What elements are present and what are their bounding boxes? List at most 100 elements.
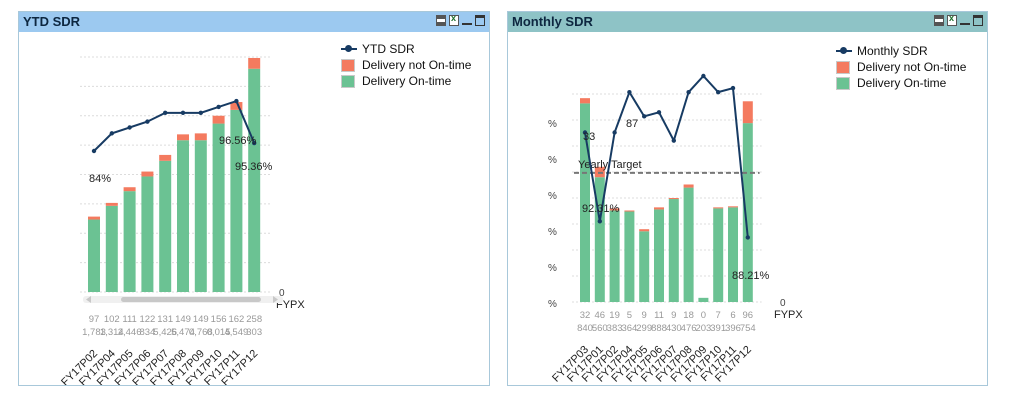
legend-item-not-ontime: Delivery not On-time <box>341 57 471 73</box>
bar-ontime <box>668 199 679 302</box>
bar-not-ontime <box>194 133 207 141</box>
value-row1: 9 <box>671 310 676 321</box>
ontime-swatch-icon <box>341 74 355 88</box>
sdr-point <box>163 110 168 116</box>
value-row1: 258 <box>246 314 262 325</box>
data-label: 88.21% <box>732 270 770 282</box>
ytd-sdr-panel: YTD SDR 84%96.56%95.36%0FYPX971,783FY17P… <box>18 11 490 386</box>
line-series-icon <box>341 45 357 52</box>
send-to-excel-icon[interactable] <box>947 13 957 26</box>
data-label: 95.36% <box>235 161 273 173</box>
value-row1: 18 <box>683 310 694 321</box>
bar-ontime <box>698 297 709 302</box>
value-row2: 476 <box>681 323 697 334</box>
left-axis-tick: % <box>548 191 557 202</box>
legend-label: Monthly SDR <box>857 44 928 58</box>
sdr-point <box>145 119 150 124</box>
legend-label: Delivery not On-time <box>857 60 967 74</box>
value-row1: 149 <box>193 314 209 325</box>
legend-item-monthly-sdr: Monthly SDR <box>836 43 966 59</box>
ontime-swatch-icon <box>836 76 850 90</box>
left-axis-tick: % <box>548 155 557 166</box>
value-row2: 299 <box>636 323 652 334</box>
data-label: 92.31% <box>582 203 620 215</box>
value-row1: 6 <box>730 310 735 321</box>
sdr-point <box>627 89 632 95</box>
minimize-icon[interactable] <box>960 15 970 25</box>
bar-ontime <box>248 68 261 292</box>
ytd-caption-icons <box>436 13 485 26</box>
legend-item-not-ontime: Delivery not On-time <box>836 59 966 75</box>
value-row2: 840 <box>577 323 593 334</box>
data-label: 96.56% <box>219 135 257 147</box>
maximize-icon[interactable] <box>475 15 485 26</box>
monthly-legend: Monthly SDR Delivery not On-time Deliver… <box>836 43 966 91</box>
bar-not-ontime <box>123 187 136 192</box>
bar-not-ontime <box>639 229 650 232</box>
value-row1: 19 <box>609 310 620 321</box>
bar-ontime <box>141 176 154 292</box>
sdr-point <box>642 114 647 119</box>
left-axis-tick: % <box>548 119 557 130</box>
value-row2: 2,446 <box>118 327 142 338</box>
bar-not-ontime <box>654 207 664 210</box>
bar-not-ontime <box>624 210 635 212</box>
legend-label: Delivery On-time <box>362 74 452 88</box>
value-row1: 131 <box>157 314 173 325</box>
value-row1: 97 <box>89 314 100 325</box>
print-icon[interactable] <box>934 15 944 26</box>
bar-not-ontime <box>141 171 154 177</box>
data-label: 84% <box>89 173 111 185</box>
maximize-icon[interactable] <box>973 15 983 26</box>
bar-ontime <box>713 208 724 302</box>
value-row1: 7 <box>716 310 721 321</box>
value-row1: 0 <box>701 310 706 321</box>
value-row2: 888 <box>651 323 667 334</box>
value-row2: 560 <box>592 323 608 334</box>
sdr-point <box>91 148 97 154</box>
sdr-point <box>180 110 186 116</box>
bar-not-ontime <box>248 57 261 69</box>
value-row1: 162 <box>228 314 244 325</box>
value-row2: 754 <box>740 323 756 334</box>
left-axis-tick: % <box>548 263 557 274</box>
bar-not-ontime <box>713 207 724 209</box>
legend-label: Delivery not On-time <box>362 58 472 72</box>
bar-not-ontime <box>212 115 225 124</box>
bar-ontime <box>728 207 738 302</box>
bar-not-ontime <box>683 184 694 188</box>
value-row1: 5 <box>627 310 632 321</box>
bar-not-ontime <box>728 206 738 208</box>
late-swatch-icon <box>341 58 355 72</box>
print-icon[interactable] <box>436 15 446 26</box>
bar-ontime <box>683 187 694 302</box>
sdr-point <box>612 130 617 135</box>
monthly-sdr-title: Monthly SDR <box>512 14 593 29</box>
send-to-excel-icon[interactable] <box>449 13 459 26</box>
ytd-legend: YTD SDR Delivery not On-time Delivery On… <box>341 41 471 89</box>
value-row1: 111 <box>122 314 136 325</box>
bar-ontime <box>609 210 620 302</box>
value-row2: 4,549 <box>225 327 249 338</box>
value-row1: 96 <box>743 310 754 321</box>
bar-ontime <box>105 205 118 292</box>
legend-label: YTD SDR <box>362 42 415 56</box>
left-axis-tick: % <box>548 227 557 238</box>
value-row2: 430 <box>666 323 682 334</box>
bar-not-ontime <box>668 198 679 200</box>
value-row1: 122 <box>139 314 155 325</box>
value-row1: 11 <box>654 310 664 321</box>
sdr-point <box>716 89 721 95</box>
minimize-icon[interactable] <box>462 15 472 25</box>
bar-ontime <box>194 140 207 292</box>
data-label: 87 <box>626 118 638 130</box>
right-axis-tick: 0 <box>780 298 786 309</box>
sdr-point <box>745 235 750 240</box>
bar-ontime <box>212 123 225 292</box>
value-row2: 396 <box>725 323 741 334</box>
sdr-point <box>686 89 691 95</box>
x-axis-title: FYPX <box>774 309 803 321</box>
sdr-point <box>671 138 676 143</box>
bar-ontime <box>123 191 136 292</box>
bar-ontime <box>624 211 635 302</box>
